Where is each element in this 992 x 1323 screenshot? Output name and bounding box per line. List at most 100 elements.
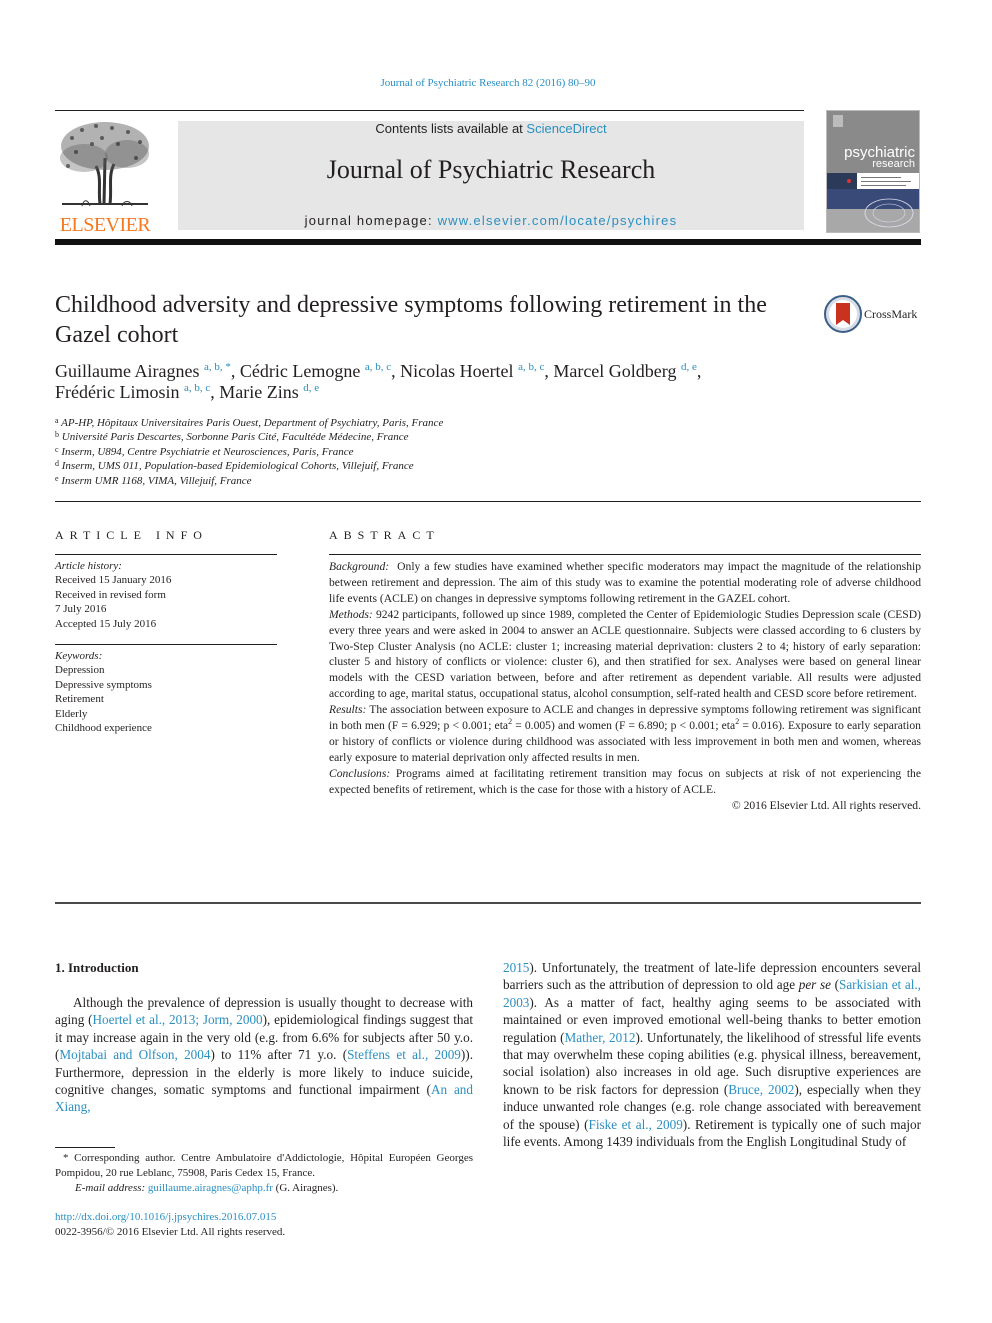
elsevier-logo[interactable]: ELSEVIER	[52, 118, 158, 236]
citation-link[interactable]: 2015	[503, 960, 529, 975]
conclusions-label: Conclusions:	[329, 766, 391, 780]
divider	[329, 554, 921, 555]
history-item: 7 July 2016	[55, 603, 107, 616]
results-label: Results:	[329, 703, 367, 717]
elsevier-wordmark: ELSEVIER	[59, 214, 151, 236]
cover-image-icon: psychiatric research	[827, 111, 919, 232]
author-affiliation-ref[interactable]: a, b, c	[518, 361, 544, 373]
affiliation-key: c	[55, 444, 59, 454]
journal-citation[interactable]: Journal of Psychiatric Research 82 (2016…	[0, 77, 976, 89]
methods-label: Methods:	[329, 607, 373, 621]
affiliation-key: d	[55, 459, 59, 469]
divider	[55, 554, 277, 555]
homepage-link[interactable]: www.elsevier.com/locate/psychires	[438, 213, 678, 228]
author[interactable]: Frédéric Limosin	[55, 382, 179, 402]
article-title: Childhood adversity and depressive sympt…	[55, 292, 767, 348]
sciencedirect-link[interactable]: ScienceDirect	[526, 121, 606, 136]
affiliation: b Université Paris Descartes, Sorbonne P…	[55, 430, 655, 444]
footnote-rule	[55, 1147, 115, 1148]
history-item: Received 15 January 2016	[55, 574, 172, 587]
affiliation-text: Inserm, UMS 011, Population-based Epidem…	[61, 460, 414, 473]
keywords-label: Keywords:	[55, 650, 103, 662]
affiliation-key: e	[55, 473, 59, 483]
author-affiliation-ref[interactable]: d, e	[303, 382, 319, 394]
abstract-heading: ABSTRACT	[329, 528, 440, 542]
crossmark-icon	[824, 295, 862, 333]
affiliation: a AP-HP, Hôpitaux Universitaires Paris O…	[55, 416, 655, 430]
crossmark-badge[interactable]: CrossMark	[824, 295, 924, 335]
abstract-methods: Methods: 9242 participants, followed up …	[329, 607, 921, 702]
author-affiliation-ref[interactable]: a, b, c	[365, 361, 391, 373]
keyword: Elderly	[55, 707, 88, 720]
abstract-conclusions: Conclusions: Programs aimed at facilitat…	[329, 766, 921, 798]
author[interactable]: Cédric Lemogne	[240, 361, 360, 381]
elsevier-tree-icon	[60, 122, 149, 207]
divider	[55, 902, 921, 904]
introduction-heading: 1. Introduction	[55, 960, 139, 975]
keywords: Keywords: Depression Depressive symptoms…	[55, 649, 277, 735]
affiliation: e Inserm UMR 1168, VIMA, Villejuif, Fran…	[55, 474, 655, 488]
italic-text: per se	[798, 977, 831, 993]
doi-block: http://dx.doi.org/10.1016/j.jpsychires.2…	[55, 1210, 285, 1240]
email-label: E-mail address:	[75, 1182, 146, 1194]
methods-text: 9242 participants, followed up since 198…	[329, 607, 921, 701]
author-affiliation-ref[interactable]: a, b, c	[184, 382, 210, 394]
abstract-background: Background: Only a few studies have exam…	[329, 559, 921, 607]
journal-banner: Contents lists available at ScienceDirec…	[178, 121, 804, 230]
contents-prefix: Contents lists available at	[375, 121, 527, 136]
affiliation-text: Université Paris Descartes, Sorbonne Par…	[61, 431, 409, 444]
keyword: Retirement	[55, 693, 104, 706]
body-text: (	[830, 977, 839, 993]
header-rule	[55, 110, 804, 111]
cover-title-2: research	[872, 158, 915, 170]
affiliation: c Inserm, U894, Centre Psychiatrie et Ne…	[55, 445, 655, 459]
conclusions-text: Programs aimed at facilitating retiremen…	[329, 766, 921, 796]
email-link[interactable]: guillaume.airagnes@aphp.fr	[148, 1182, 273, 1194]
author[interactable]: Marie Zins	[219, 382, 298, 402]
citation-link[interactable]: Hoertel et al., 2013; Jorm, 2000	[92, 1012, 262, 1027]
abstract-body: Background: Only a few studies have exam…	[329, 559, 921, 814]
doi-link[interactable]: http://dx.doi.org/10.1016/j.jpsychires.2…	[55, 1211, 276, 1223]
author-affiliation-ref[interactable]: a, b, *	[204, 361, 231, 373]
issn-copyright: 0022-3956/© 2016 Elsevier Ltd. All right…	[55, 1226, 286, 1238]
affiliation-text: Inserm, U894, Centre Psychiatrie et Neur…	[61, 445, 354, 458]
article-info-heading: ARTICLE INFO	[55, 528, 208, 542]
journal-cover-thumbnail[interactable]: psychiatric research	[826, 110, 920, 233]
citation-link[interactable]: Fiske et al., 2009	[589, 1117, 683, 1132]
background-text: Only a few studies have examined whether…	[329, 560, 922, 605]
email-suffix: (G. Airagnes).	[272, 1182, 339, 1194]
results-text: = 0.005) and women (F = 6.890; p < 0.001…	[512, 719, 736, 733]
citation-link[interactable]: Bruce, 2002	[728, 1082, 794, 1097]
author[interactable]: Marcel Goldberg	[553, 361, 676, 381]
header-thick-rule	[55, 239, 921, 245]
contents-line: Contents lists available at ScienceDirec…	[178, 121, 804, 136]
citation-link[interactable]: Mojtabai and Olfson, 2004	[59, 1047, 210, 1062]
author[interactable]: Guillaume Airagnes	[55, 361, 199, 381]
author-affiliation-ref[interactable]: d, e	[681, 361, 697, 373]
crossmark-label: CrossMark	[864, 307, 918, 321]
history-item: Accepted 15 July 2016	[55, 617, 157, 630]
article-history: Article history: Received 15 January 201…	[55, 559, 277, 631]
affiliations: a AP-HP, Hôpitaux Universitaires Paris O…	[55, 416, 655, 488]
abstract-copyright: © 2016 Elsevier Ltd. All rights reserved…	[731, 798, 921, 812]
homepage-prefix: journal homepage:	[304, 213, 438, 228]
keyword: Childhood experience	[55, 722, 152, 735]
body-column-left: Although the prevalence of depression is…	[55, 994, 473, 1116]
citation-link[interactable]: Steffens et al., 2009	[347, 1047, 461, 1062]
background-label: Background:	[329, 560, 390, 573]
history-label: Article history:	[55, 560, 122, 572]
corresponding-author-note: * Corresponding author. Centre Ambulatoi…	[55, 1152, 473, 1179]
author-list: Guillaume Airagnes a, b, *, Cédric Lemog…	[55, 361, 702, 402]
keyword: Depression	[55, 664, 105, 677]
affiliation-text: Inserm UMR 1168, VIMA, Villejuif, France	[61, 474, 252, 487]
author[interactable]: Nicolas Hoertel	[400, 361, 513, 381]
body-text: ) to 11% after 71 y.o. (	[210, 1047, 348, 1063]
affiliation-text: AP-HP, Hôpitaux Universitaires Paris Oue…	[61, 417, 444, 429]
keyword: Depressive symptoms	[55, 678, 152, 691]
journal-homepage: journal homepage: www.elsevier.com/locat…	[178, 213, 804, 228]
body-column-right: 2015). Unfortunately, the treatment of l…	[503, 959, 921, 1150]
journal-name: Journal of Psychiatric Research	[326, 155, 656, 184]
affiliation: d Inserm, UMS 011, Population-based Epid…	[55, 459, 655, 473]
history-item: Received in revised form	[55, 588, 166, 601]
citation-link[interactable]: Mather, 2012	[565, 1030, 636, 1045]
